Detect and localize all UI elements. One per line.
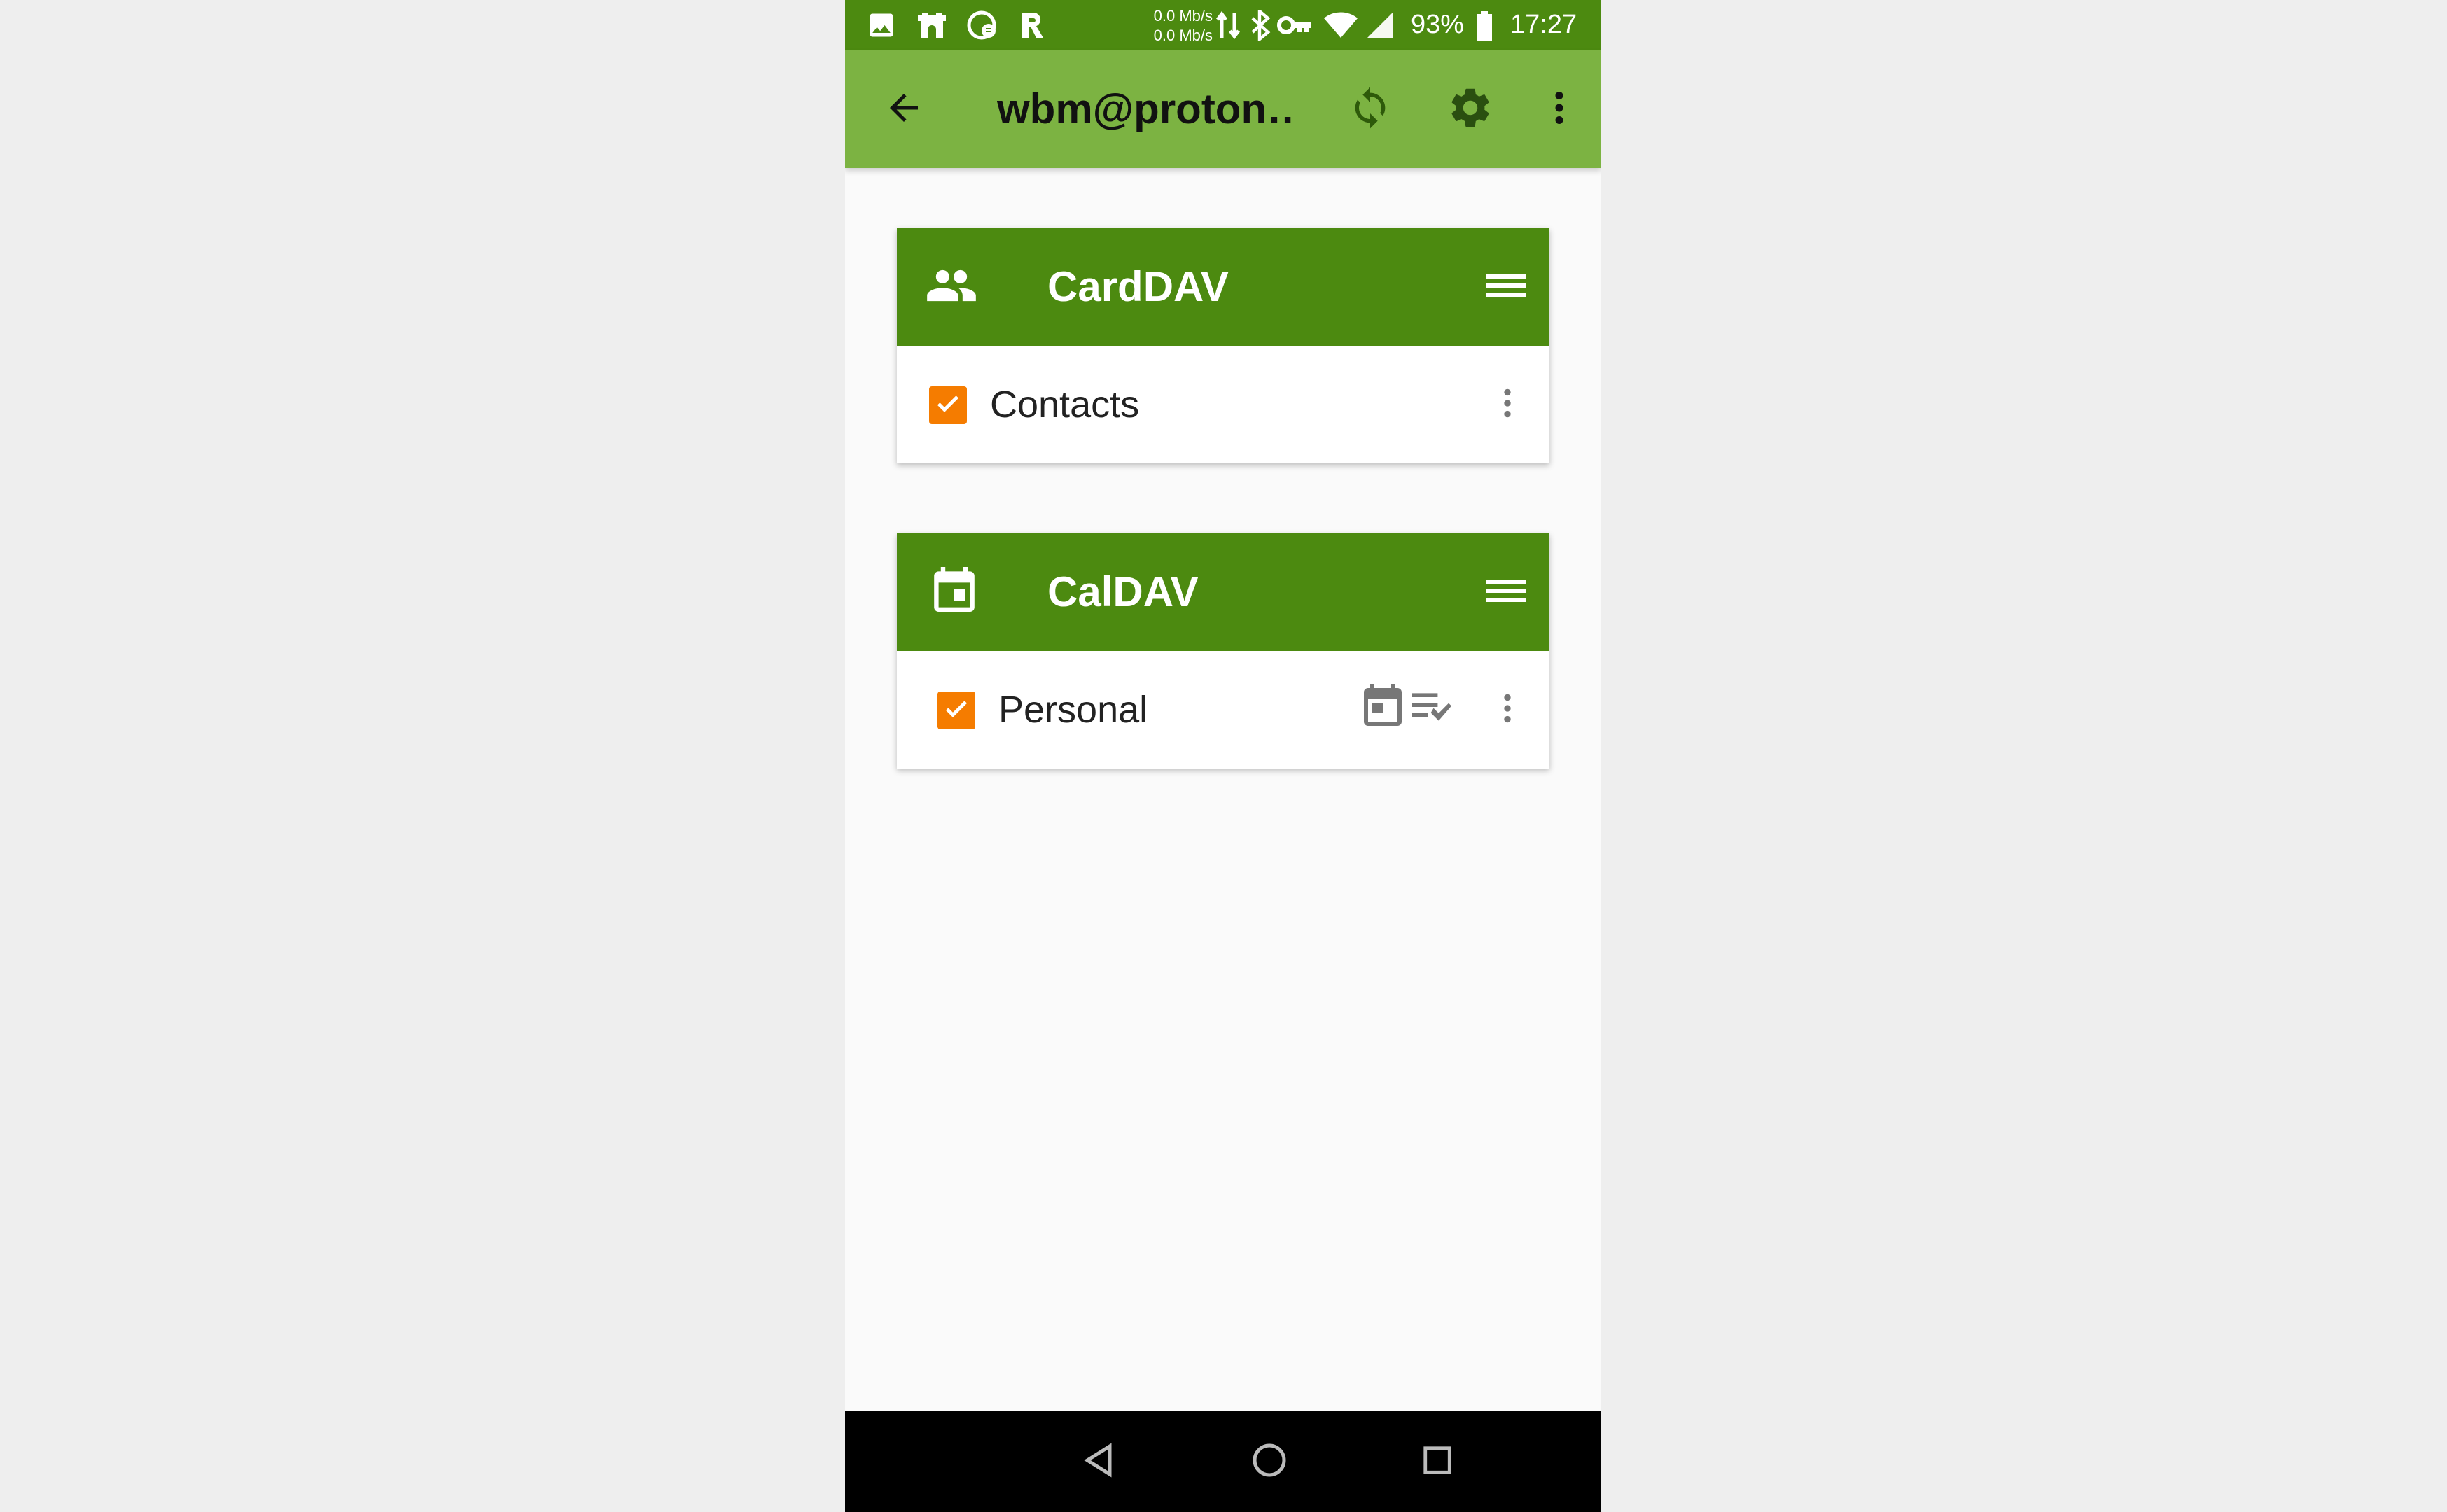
collection-label: Contacts [990,384,1140,426]
caldav-header: CalDAV [897,533,1549,651]
carddav-title: CardDAV [1047,263,1229,310]
calendar-event-icon [1362,682,1404,732]
image-icon [866,10,897,44]
carddav-card: CardDAV Contacts [897,228,1549,463]
sync-icon [1348,85,1393,134]
account-title: wbm@proton… [997,85,1291,132]
phone-screen: 0.0 Mb/s 0.0 Mb/s 93% 17:27 wbm@proton… … [845,0,1601,1512]
app-notification-icon [915,10,949,44]
r-app-icon [1018,10,1046,44]
battery-icon [1475,11,1493,44]
overflow-menu-icon [1502,385,1513,425]
calendar-icon [932,564,977,618]
carddav-header: CardDAV [897,228,1549,346]
personal-more-button[interactable] [1493,687,1521,732]
contacts-checkbox[interactable] [929,386,967,424]
wifi-icon [1323,10,1359,44]
back-triangle-icon [1082,1442,1115,1482]
hamburger-menu-icon [1486,577,1526,608]
clock: 17:27 [1510,10,1577,39]
settings-gear-icon [1446,84,1494,135]
overflow-menu-button[interactable] [1521,71,1597,147]
collection-row-contacts[interactable]: Contacts [897,346,1549,463]
overflow-menu-icon [1551,87,1568,132]
back-arrow-icon [883,87,925,132]
sync-app-icon [966,10,1000,44]
caldav-menu-button[interactable] [1477,563,1535,622]
checkmark-icon [934,390,962,421]
status-bar: 0.0 Mb/s 0.0 Mb/s 93% 17:27 [845,0,1601,50]
settings-button[interactable] [1432,71,1508,147]
home-circle-icon [1251,1442,1288,1482]
collection-row-personal[interactable]: Personal [897,651,1549,769]
recents-square-icon [1421,1444,1453,1480]
sync-button[interactable] [1332,71,1408,147]
vpn-key-icon [1276,10,1313,44]
checkmark-icon [942,695,970,727]
network-speed: 0.0 Mb/s 0.0 Mb/s [1136,6,1213,46]
nav-back-button[interactable] [1071,1434,1127,1490]
back-button[interactable] [866,71,942,147]
hamburger-menu-icon [1486,272,1526,303]
carddav-menu-button[interactable] [1477,258,1535,316]
app-toolbar: wbm@proton… [845,50,1601,168]
battery-percent: 93% [1411,10,1465,39]
caldav-title: CalDAV [1047,568,1199,615]
contacts-more-button[interactable] [1493,382,1521,427]
system-nav-bar [845,1411,1601,1512]
net-down-speed: 0.0 Mb/s [1153,27,1213,44]
overflow-menu-icon [1502,690,1513,730]
data-transfer-icon [1216,10,1240,44]
task-list-icon [1408,687,1456,730]
net-up-speed: 0.0 Mb/s [1153,7,1213,24]
personal-checkbox[interactable] [937,692,975,729]
collection-label: Personal [998,689,1148,731]
nav-home-button[interactable] [1241,1434,1297,1490]
signal-icon [1365,10,1395,44]
contacts-people-icon [925,263,978,312]
nav-recents-button[interactable] [1409,1434,1465,1490]
bluetooth-icon [1250,8,1271,44]
caldav-card: CalDAV Personal [897,533,1549,769]
